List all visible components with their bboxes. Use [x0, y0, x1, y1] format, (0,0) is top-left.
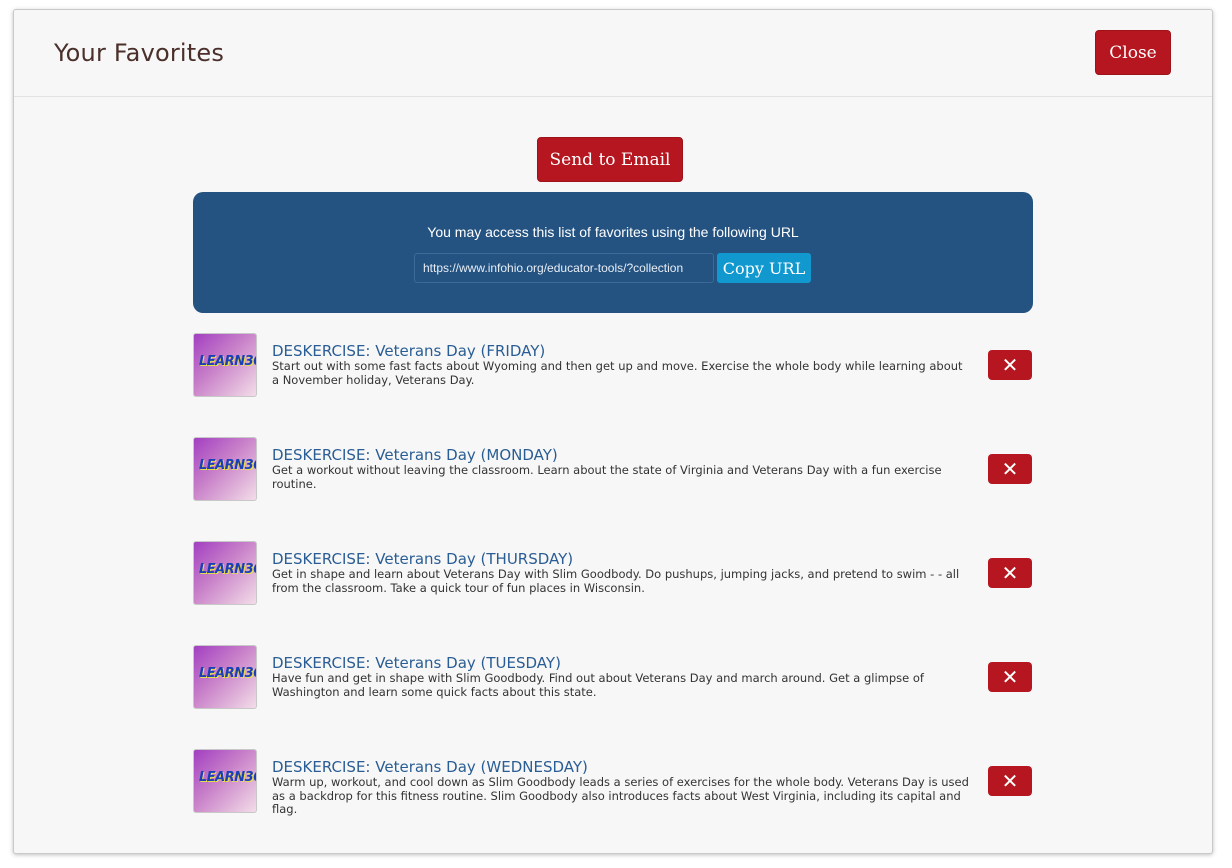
learn360-logo-icon: LEARN360: [199, 354, 256, 369]
favorite-description: Have fun and get in shape with Slim Good…: [272, 671, 924, 699]
remove-favorite-button[interactable]: ✕: [988, 766, 1032, 796]
learn360-logo-icon: LEARN360: [199, 562, 256, 577]
favorites-modal: Your Favorites Close Send to Email You m…: [13, 9, 1213, 854]
learn360-logo-icon: LEARN360: [199, 770, 256, 785]
remove-favorite-button[interactable]: ✕: [988, 662, 1032, 692]
remove-favorite-button[interactable]: ✕: [988, 454, 1032, 484]
modal-header: Your Favorites Close: [14, 10, 1212, 97]
url-panel-label: You may access this list of favorites us…: [427, 224, 799, 240]
favorite-title-link[interactable]: DESKERCISE: Veterans Day (FRIDAY): [272, 342, 545, 360]
close-icon: ✕: [1001, 458, 1019, 481]
close-icon: ✕: [1001, 666, 1019, 689]
learn360-thumbnail[interactable]: LEARN360: [193, 333, 257, 397]
favorite-title-link[interactable]: DESKERCISE: Veterans Day (MONDAY): [272, 446, 558, 464]
favorite-description: Warm up, workout, and cool down as Slim …: [272, 775, 969, 816]
learn360-thumbnail[interactable]: LEARN360: [193, 437, 257, 501]
learn360-thumbnail[interactable]: LEARN360: [193, 749, 257, 813]
close-icon: ✕: [1001, 562, 1019, 585]
remove-favorite-button[interactable]: ✕: [988, 558, 1032, 588]
learn360-thumbnail[interactable]: LEARN360: [193, 645, 257, 709]
remove-favorite-button[interactable]: ✕: [988, 350, 1032, 380]
learn360-logo-icon: LEARN360: [199, 458, 256, 473]
learn360-logo-icon: LEARN360: [199, 666, 256, 681]
favorites-url-field[interactable]: https://www.infohio.org/educator-tools/?…: [414, 253, 714, 283]
modal-title: Your Favorites: [54, 39, 225, 67]
favorites-url-panel: You may access this list of favorites us…: [193, 192, 1033, 313]
favorite-title-link[interactable]: DESKERCISE: Veterans Day (TUESDAY): [272, 654, 561, 672]
close-icon: ✕: [1001, 770, 1019, 793]
favorite-description: Start out with some fast facts about Wyo…: [272, 359, 963, 387]
list-item: LEARN360 DESKERCISE: Veterans Day (THURS…: [193, 541, 1033, 645]
favorite-title-link[interactable]: DESKERCISE: Veterans Day (WEDNESDAY): [272, 758, 588, 776]
favorites-list: LEARN360 DESKERCISE: Veterans Day (FRIDA…: [193, 333, 1033, 853]
list-item: LEARN360 DESKERCISE: Veterans Day (TUESD…: [193, 645, 1033, 749]
favorite-title-link[interactable]: DESKERCISE: Veterans Day (THURSDAY): [272, 550, 573, 568]
close-icon: ✕: [1001, 354, 1019, 377]
list-item: LEARN360 DESKERCISE: Veterans Day (WEDNE…: [193, 749, 1033, 853]
favorite-description: Get in shape and learn about Veterans Da…: [272, 567, 960, 595]
close-button[interactable]: Close: [1095, 30, 1171, 75]
favorite-description: Get a workout without leaving the classr…: [272, 463, 942, 491]
list-item: LEARN360 DESKERCISE: Veterans Day (MONDA…: [193, 437, 1033, 541]
copy-url-button[interactable]: Copy URL: [717, 253, 811, 283]
send-to-email-button[interactable]: Send to Email: [537, 137, 683, 182]
list-item: LEARN360 DESKERCISE: Veterans Day (FRIDA…: [193, 333, 1033, 437]
learn360-thumbnail[interactable]: LEARN360: [193, 541, 257, 605]
